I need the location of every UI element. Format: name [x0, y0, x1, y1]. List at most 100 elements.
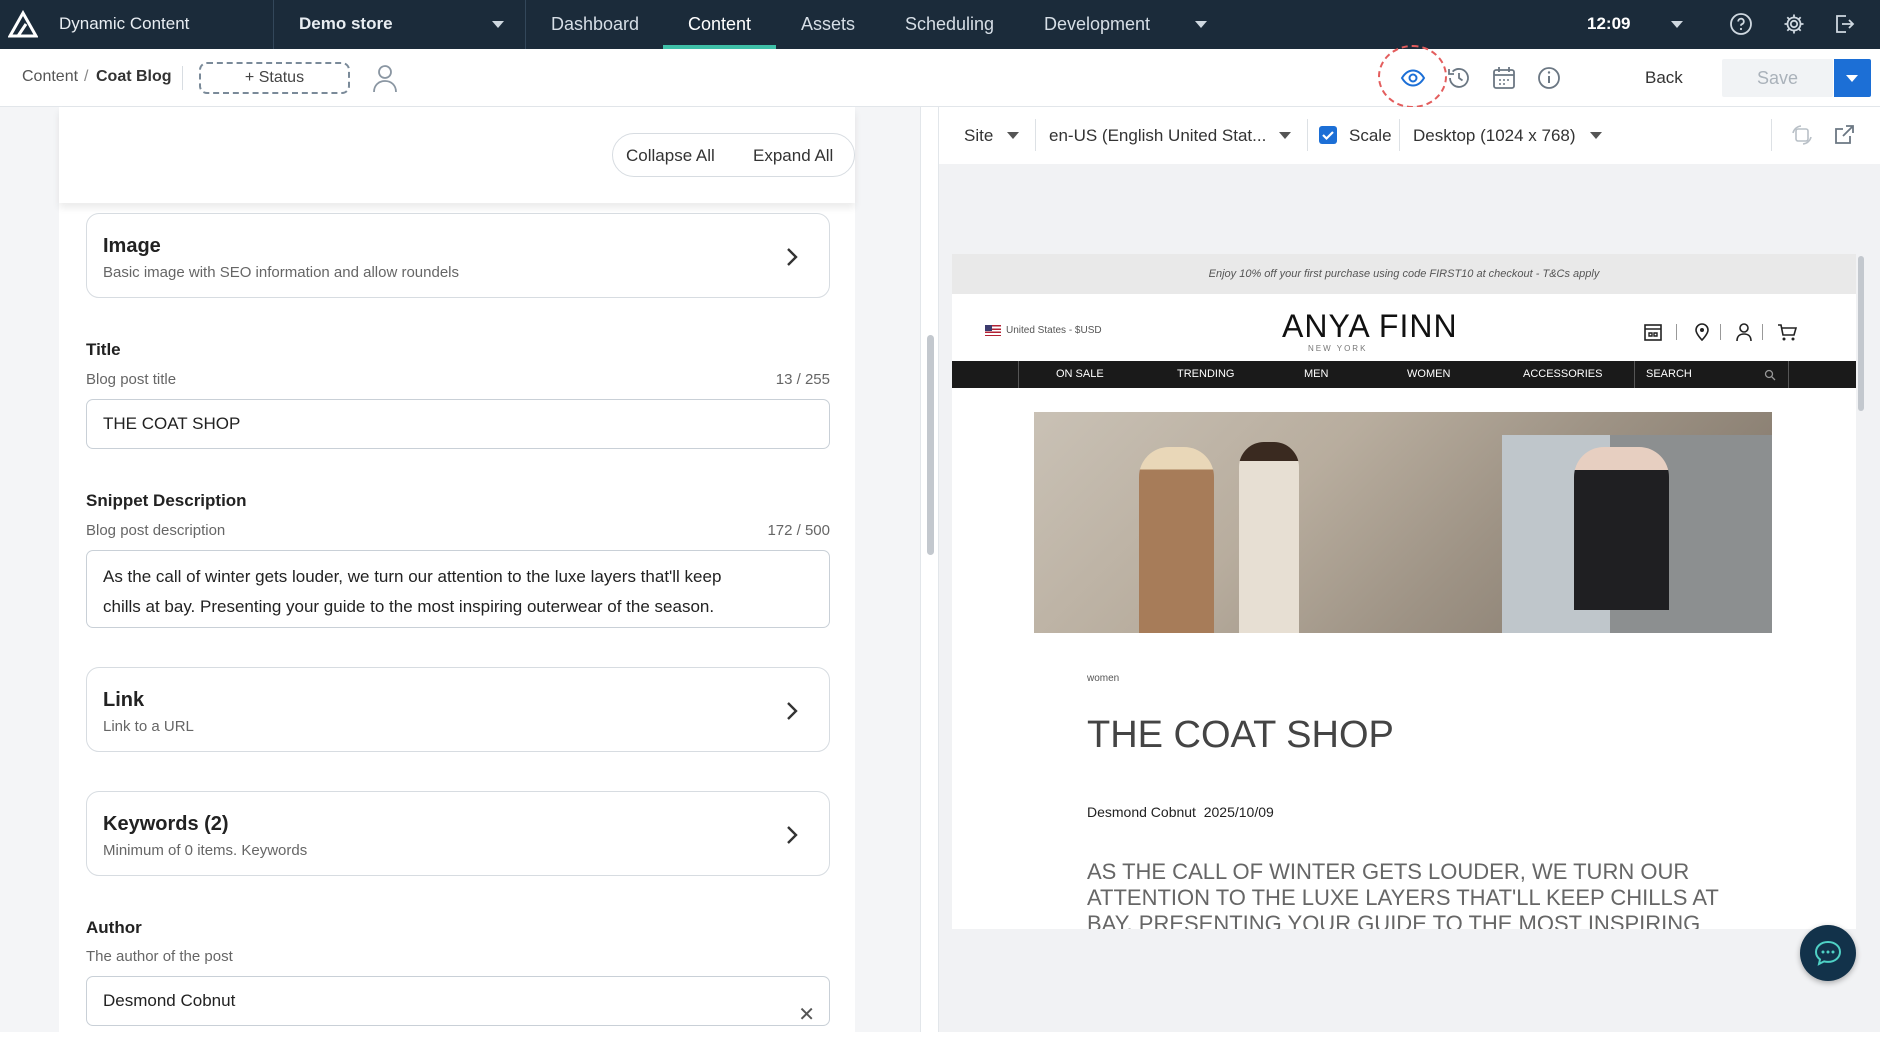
divider	[525, 0, 526, 49]
post-author: Desmond Cobnut	[1087, 804, 1196, 820]
site-nav-item[interactable]: ACCESSORIES	[1523, 368, 1602, 380]
gear-icon[interactable]	[1782, 12, 1806, 36]
nav-scheduling[interactable]: Scheduling	[905, 14, 994, 35]
title-input[interactable]: THE COAT SHOP	[86, 399, 830, 449]
snippet-label: Snippet Description	[86, 491, 247, 510]
save-button[interactable]: Save	[1722, 59, 1833, 97]
model-figure	[1139, 447, 1214, 633]
post-meta: Desmond Cobnut 2025/10/09	[1087, 804, 1274, 820]
calendar-icon[interactable]	[1490, 64, 1518, 92]
divider	[1399, 119, 1400, 151]
cart-icon[interactable]	[1777, 322, 1797, 342]
author-hint: The author of the post	[86, 948, 233, 965]
account-icon[interactable]	[1734, 322, 1754, 342]
card-title: Link	[103, 689, 145, 711]
device-selector[interactable]: Desktop (1024 x 768)	[1413, 126, 1576, 146]
form-header: Collapse All Expand All	[59, 107, 855, 203]
rotate-device-icon[interactable]	[1790, 123, 1814, 147]
post-title: THE COAT SHOP	[1087, 714, 1394, 756]
store-icon[interactable]	[1643, 322, 1663, 342]
form-scrollbar[interactable]	[927, 335, 934, 555]
hero-image	[1034, 412, 1772, 633]
chevron-down-icon[interactable]	[1671, 21, 1683, 28]
divider	[273, 0, 274, 49]
chevron-down-icon[interactable]	[1590, 132, 1602, 139]
preview-scrollbar[interactable]	[1858, 256, 1864, 411]
locale-selector[interactable]: en-US (English United Stat...	[1049, 126, 1266, 146]
preview-panel: Site en-US (English United Stat... Scale…	[939, 107, 1880, 1032]
title-char-count: 13 / 255	[775, 371, 830, 388]
model-figure	[1239, 442, 1299, 633]
scale-checkbox[interactable]	[1319, 126, 1337, 144]
chevron-down-icon	[1846, 75, 1858, 82]
back-button[interactable]: Back	[1645, 68, 1683, 88]
site-nav-item[interactable]: WOMEN	[1407, 368, 1450, 380]
chevron-down-icon[interactable]	[1279, 132, 1291, 139]
site-selector[interactable]: Site	[964, 126, 993, 146]
site-nav-item[interactable]: ON SALE	[1056, 368, 1104, 380]
nav-development[interactable]: Development	[1044, 14, 1150, 35]
chevron-down-icon[interactable]	[1007, 132, 1019, 139]
open-external-icon[interactable]	[1832, 123, 1856, 147]
content-toolbar: Content / Coat Blog + Status Back Save	[0, 45, 1880, 108]
divider	[182, 66, 183, 90]
title-label: Title	[86, 340, 121, 359]
us-flag-icon	[985, 325, 1001, 336]
chevron-right-icon	[787, 826, 798, 844]
collapse-expand-toggle: Collapse All Expand All	[612, 133, 855, 177]
scale-label: Scale	[1349, 126, 1392, 145]
divider	[1771, 119, 1772, 151]
nav-assets[interactable]: Assets	[801, 14, 855, 35]
store-selector[interactable]: Demo store	[299, 14, 393, 34]
breadcrumb-current: Coat Blog	[96, 68, 172, 85]
search-icon[interactable]	[1764, 369, 1776, 381]
logout-icon[interactable]	[1832, 12, 1856, 36]
image-card[interactable]: Image Basic image with SEO information a…	[86, 213, 830, 298]
divider	[1762, 324, 1763, 340]
expand-all-button[interactable]: Expand All	[753, 146, 833, 166]
chat-button[interactable]	[1800, 925, 1856, 981]
keywords-card[interactable]: Keywords (2) Minimum of 0 items. Keyword…	[86, 791, 830, 876]
collapse-all-button[interactable]: Collapse All	[626, 146, 715, 166]
amplience-logo-icon[interactable]	[8, 10, 38, 40]
location-pin-icon[interactable]	[1692, 322, 1712, 342]
chevron-down-icon[interactable]	[1195, 21, 1207, 28]
help-icon[interactable]	[1729, 12, 1753, 36]
chevron-down-icon[interactable]	[492, 21, 504, 28]
history-icon[interactable]	[1445, 64, 1473, 92]
snippet-char-count: 172 / 500	[767, 522, 830, 539]
nav-content[interactable]: Content	[688, 14, 751, 35]
divider	[1676, 324, 1677, 340]
link-card[interactable]: Link Link to a URL	[86, 667, 830, 752]
promo-banner: Enjoy 10% off your first purchase using …	[952, 254, 1856, 294]
snippet-hint: Blog post description	[86, 522, 226, 539]
chat-icon	[1814, 940, 1842, 966]
add-status-button[interactable]: + Status	[199, 62, 350, 94]
nav-dashboard[interactable]: Dashboard	[551, 14, 639, 35]
author-input[interactable]: Desmond Cobnut ✕	[86, 976, 830, 1026]
post-date: 2025/10/09	[1203, 804, 1274, 820]
divider	[1634, 361, 1635, 388]
save-options-button[interactable]	[1834, 59, 1871, 97]
snippet-line: As the call of winter gets louder, we tu…	[103, 567, 722, 586]
site-nav-item[interactable]: TRENDING	[1177, 368, 1234, 380]
form-column: Collapse All Expand All Image Basic imag…	[59, 107, 855, 1032]
snippet-line: chills at bay. Presenting your guide to …	[103, 597, 715, 616]
site-search-input[interactable]: SEARCH	[1646, 368, 1692, 380]
site-navigation: ON SALE TRENDING MEN WOMEN ACCESSORIES S…	[952, 361, 1856, 388]
content-form-panel: Collapse All Expand All Image Basic imag…	[0, 107, 920, 1032]
card-subtitle: Minimum of 0 items. Keywords	[103, 842, 308, 859]
brand-tagline: NEW YORK	[1308, 344, 1368, 353]
author-value: Desmond Cobnut	[103, 991, 236, 1010]
snippet-textarea[interactable]: As the call of winter gets louder, we tu…	[86, 550, 830, 628]
site-nav-item[interactable]: MEN	[1304, 368, 1328, 380]
assignee-icon[interactable]	[372, 63, 398, 93]
title-hint: Blog post title	[86, 371, 177, 388]
brand-logo[interactable]: ANYA FINN	[1282, 308, 1458, 345]
model-figure	[1574, 447, 1669, 610]
info-icon[interactable]	[1535, 64, 1563, 92]
breadcrumb-root[interactable]: Content	[22, 68, 78, 86]
region-selector[interactable]: United States - $USD	[985, 325, 1102, 336]
app-name: Dynamic Content	[59, 14, 190, 33]
preview-canvas: Enjoy 10% off your first purchase using …	[952, 254, 1856, 929]
